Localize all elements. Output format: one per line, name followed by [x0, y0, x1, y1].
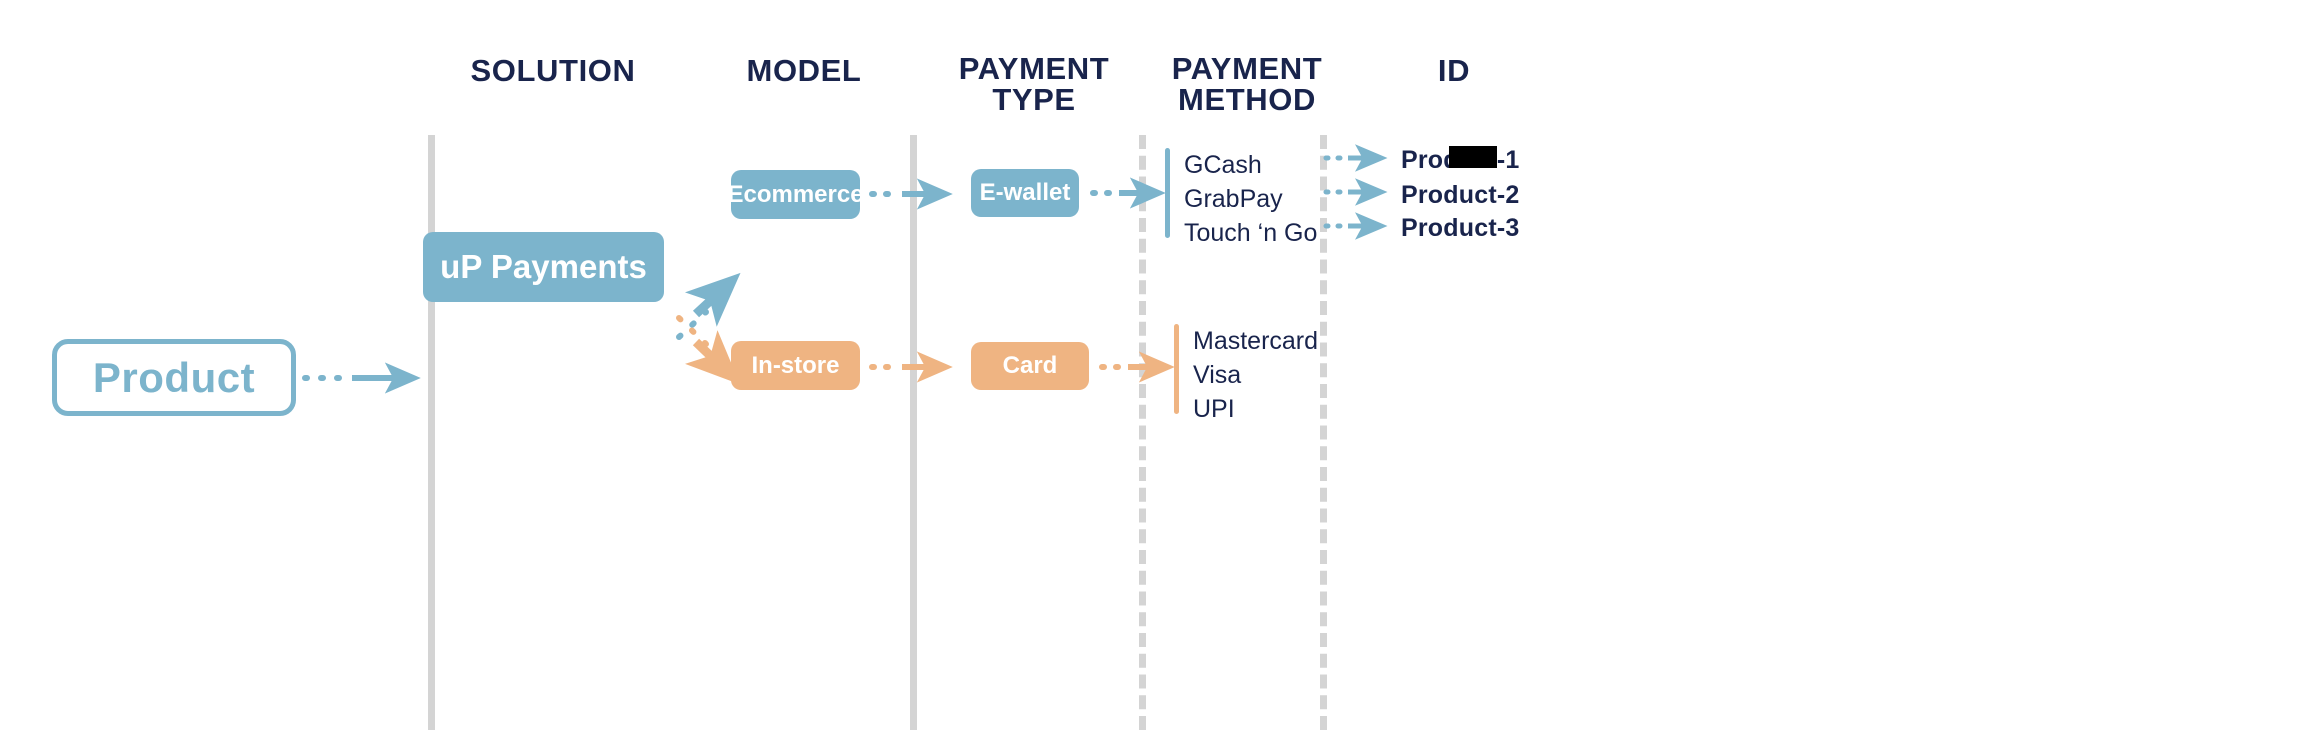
- bracket-line-ewallet: [1165, 148, 1170, 238]
- diagram-canvas: SOLUTION MODEL PAYMENT TYPE PAYMENT METH…: [0, 0, 2312, 730]
- arrow-solution-to-ecommerce: [676, 272, 741, 340]
- header-id: ID: [1437, 53, 1471, 88]
- redaction-overlay: [1449, 146, 1497, 168]
- model-box-in-store[interactable]: In-store: [731, 341, 860, 390]
- payment-method-item[interactable]: GCash: [1184, 148, 1317, 182]
- header-model: MODEL: [746, 53, 862, 88]
- solution-box-up-payments[interactable]: uP Payments: [423, 232, 664, 302]
- payment-method-group-card: Mastercard Visa UPI: [1174, 324, 1318, 423]
- payment-method-list-ewallet: GCash GrabPay Touch ‘n Go: [1184, 148, 1317, 247]
- payment-method-group-ewallet: GCash GrabPay Touch ‘n Go: [1165, 148, 1317, 247]
- payment-type-box-e-wallet[interactable]: E-wallet: [971, 169, 1079, 217]
- payment-type-box-card[interactable]: Card: [971, 342, 1089, 390]
- payment-method-item[interactable]: Touch ‘n Go: [1184, 216, 1317, 250]
- bracket-line-card: [1174, 324, 1179, 414]
- payment-method-list-card: Mastercard Visa UPI: [1193, 324, 1318, 423]
- divider-payment-type: [910, 135, 917, 730]
- divider-id: [1320, 135, 1327, 730]
- id-item-2[interactable]: Product-2: [1401, 181, 1519, 210]
- product-box[interactable]: Product: [52, 339, 296, 416]
- payment-method-item[interactable]: GrabPay: [1184, 182, 1317, 216]
- payment-method-item[interactable]: UPI: [1193, 392, 1318, 426]
- header-solution: SOLUTION: [470, 53, 636, 88]
- payment-method-item[interactable]: Mastercard: [1193, 324, 1318, 358]
- model-box-ecommerce[interactable]: Ecommerce: [727, 170, 864, 219]
- arrow-solution-to-in-store: [676, 315, 741, 385]
- divider-solution: [428, 135, 435, 730]
- divider-payment-method: [1139, 135, 1146, 730]
- payment-method-item[interactable]: Visa: [1193, 358, 1318, 392]
- id-item-3[interactable]: Product-3: [1401, 214, 1519, 243]
